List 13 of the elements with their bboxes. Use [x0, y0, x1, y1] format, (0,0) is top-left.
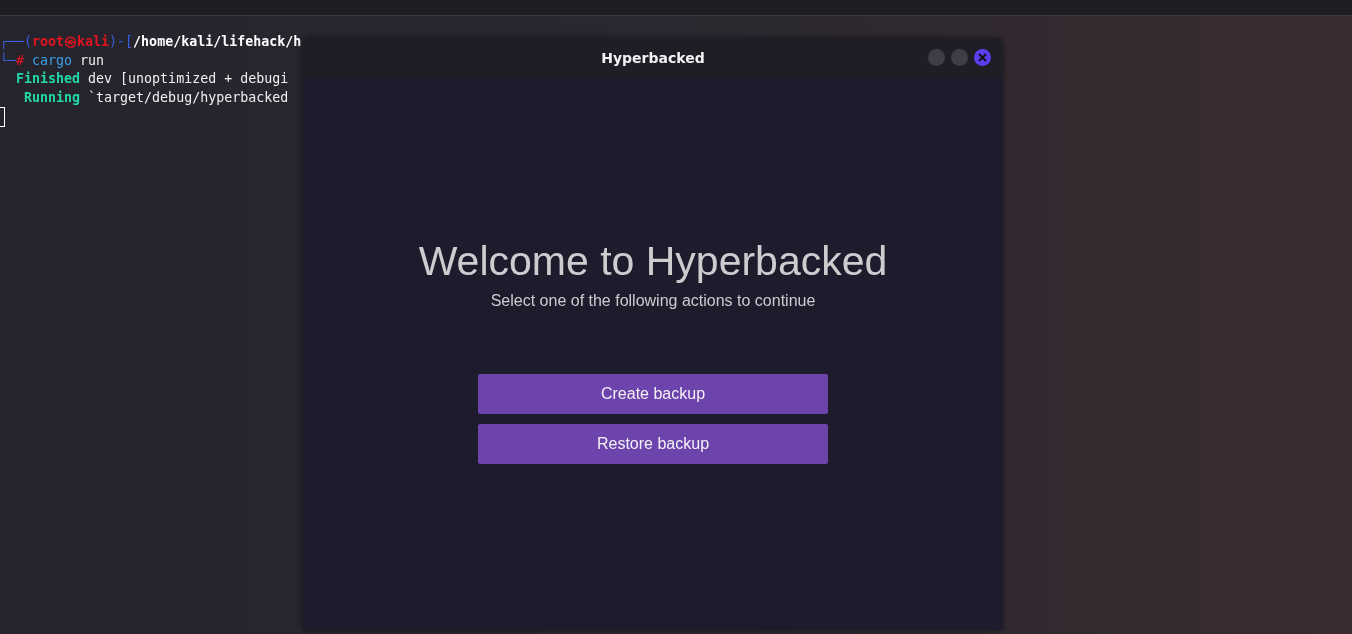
action-button[interactable]: Create backup	[478, 374, 828, 414]
close-icon	[978, 53, 987, 62]
action-button[interactable]: Restore backup	[478, 424, 828, 464]
welcome-subtitle: Select one of the following actions to continue	[490, 292, 816, 310]
welcome-heading: Welcome to Hyperbacked	[418, 237, 888, 286]
terminal-line: Finished dev [unoptimized + debugi	[15, 70, 289, 88]
close-button[interactable]	[974, 49, 991, 66]
terminal-line: └─# cargo run	[0, 51, 105, 70]
maximize-button[interactable]	[951, 49, 968, 66]
window-title: Hyperbacked	[601, 50, 705, 66]
minimize-button[interactable]	[928, 49, 945, 66]
terminal-line: ┌──(root㉿kali)-[/home/kali/lifehack/h	[0, 33, 302, 52]
terminal-line: Running `target/debug/hyperbacked	[23, 88, 289, 107]
